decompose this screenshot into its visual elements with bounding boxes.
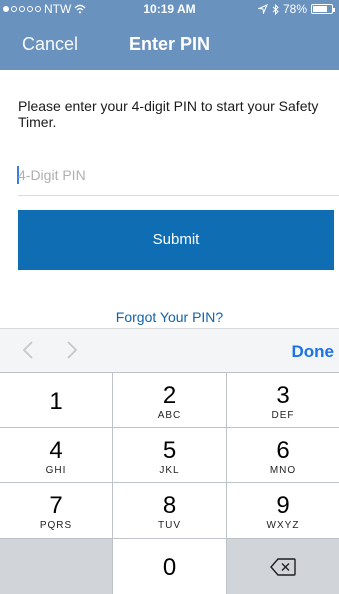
battery-icon: [311, 4, 335, 14]
key-number: 8: [162, 492, 177, 519]
key-number: 2: [162, 382, 177, 409]
battery-percent: 78%: [282, 2, 307, 16]
key-3[interactable]: 3 DEF: [227, 373, 339, 427]
key-2[interactable]: 2 ABC: [113, 373, 226, 427]
key-letters: GHI: [45, 465, 67, 476]
chevron-left-icon[interactable]: [18, 339, 40, 361]
forgot-pin-link[interactable]: Forgot Your PIN?: [0, 309, 339, 325]
instruction-text: Please enter your 4-digit PIN to start y…: [18, 98, 319, 130]
pin-form: Please enter your 4-digit PIN to start y…: [0, 70, 339, 325]
key-0[interactable]: 0: [113, 539, 226, 594]
enter-pin-screen: NTW 10:19 AM 78% Cancel Enter PIN Please…: [0, 0, 339, 594]
key-number: 0: [162, 554, 177, 581]
key-number: 9: [276, 492, 290, 519]
key-number: 7: [49, 492, 63, 519]
key-letters: TUV: [158, 520, 181, 531]
key-letters: PQRS: [39, 520, 73, 531]
chevron-right-icon[interactable]: [60, 339, 82, 361]
backspace-icon: [270, 557, 296, 576]
key-letters: ABC: [157, 410, 182, 421]
location-arrow-icon: [257, 4, 268, 14]
pin-field-container: [17, 156, 339, 196]
key-number: 5: [162, 437, 177, 464]
page-title: Enter PIN: [128, 34, 211, 54]
key-letters: MNO: [269, 465, 297, 476]
key-number: 4: [49, 437, 63, 464]
key-4[interactable]: 4 GHI: [0, 428, 112, 482]
key-number: 3: [276, 382, 290, 409]
header: NTW 10:19 AM 78% Cancel Enter PIN: [0, 0, 339, 70]
key-letters: JKL: [159, 465, 180, 476]
nav-bar: Cancel Enter PIN: [0, 18, 339, 70]
key-9[interactable]: 9 WXYZ: [227, 483, 339, 538]
key-5[interactable]: 5 JKL: [113, 428, 226, 482]
battery-fill: [313, 6, 328, 12]
pin-input[interactable]: [18, 161, 318, 189]
bluetooth-icon: [272, 3, 279, 15]
key-letters: WXYZ: [266, 520, 300, 531]
key-6[interactable]: 6 MNO: [227, 428, 339, 482]
key-number: 6: [276, 437, 290, 464]
submit-button[interactable]: Submit: [18, 210, 334, 270]
status-bar: NTW 10:19 AM 78%: [0, 0, 339, 18]
key-1[interactable]: 1: [0, 373, 112, 427]
key-blank: [0, 539, 112, 594]
key-number: 1: [49, 388, 63, 415]
key-letters: DEF: [271, 410, 295, 421]
backspace-key[interactable]: [227, 539, 339, 594]
keyboard-accessory-bar: Done: [0, 328, 339, 372]
key-7[interactable]: 7 PQRS: [0, 483, 112, 538]
key-8[interactable]: 8 TUV: [113, 483, 226, 538]
done-button[interactable]: Done: [292, 342, 335, 362]
status-right-group: 78%: [257, 2, 335, 16]
numeric-keypad: 1 2 ABC 3 DEF 4 GHI 5 JKL 6 MNO 7 PQRS 8…: [0, 372, 339, 594]
